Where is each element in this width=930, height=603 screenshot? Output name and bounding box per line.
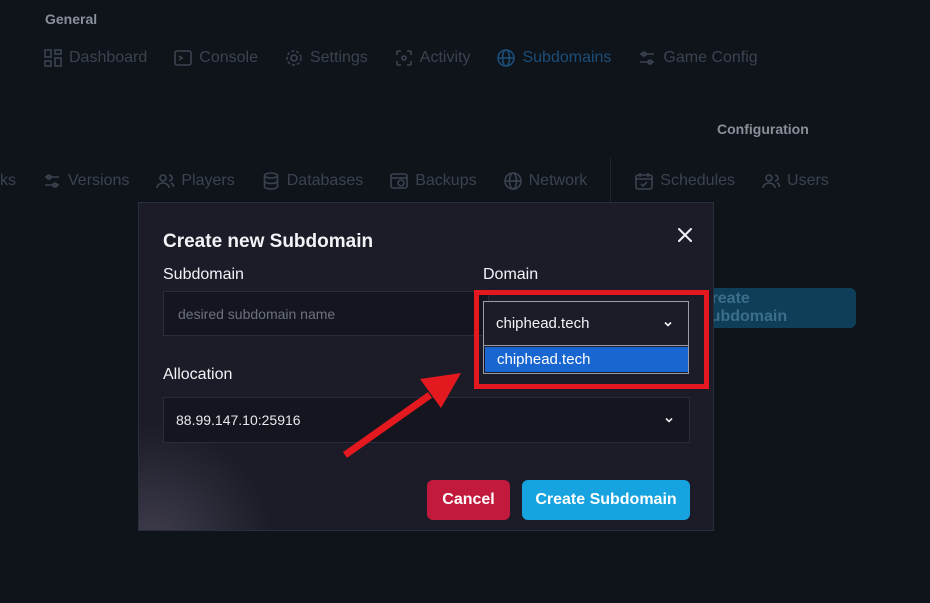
- nav-network-label: Network: [528, 172, 588, 189]
- general-section-label: General: [45, 11, 98, 27]
- dashboard-icon: [44, 49, 62, 67]
- sliders-icon: [45, 174, 59, 188]
- nav-network[interactable]: Network: [490, 171, 601, 191]
- nav-activity[interactable]: Activity: [381, 48, 484, 68]
- cancel-button[interactable]: Cancel: [427, 480, 510, 520]
- nav-schedules[interactable]: Schedules: [621, 171, 748, 191]
- modal-title: Create new Subdomain: [163, 231, 374, 252]
- users-icon: [762, 174, 781, 189]
- create-subdomain-button[interactable]: Create Subdomain: [522, 480, 690, 520]
- nav-activity-label: Activity: [419, 49, 471, 66]
- domain-label: Domain: [483, 266, 539, 283]
- nav-partial-item-label: ks: [0, 172, 16, 189]
- nav-schedules-label: Schedules: [660, 172, 736, 189]
- nav-databases-label: Databases: [286, 172, 364, 189]
- database-icon: [263, 172, 279, 190]
- nav-game-config[interactable]: Game Config: [624, 48, 770, 68]
- nav-versions[interactable]: Versions: [29, 171, 142, 191]
- nav-settings[interactable]: Settings: [271, 48, 381, 68]
- nav-users-label: Users: [787, 172, 829, 189]
- globe-icon: [503, 172, 522, 190]
- nav-dashboard[interactable]: Dashboard: [30, 48, 160, 68]
- nav-console[interactable]: Console: [160, 48, 271, 68]
- nav-subdomains[interactable]: Subdomains: [483, 48, 624, 68]
- subdomain-input-wrapper: [163, 291, 489, 336]
- nav-partial-item[interactable]: ks: [0, 172, 29, 190]
- users-icon: [156, 174, 175, 189]
- page: General Dashboard Console Settings Activ…: [0, 0, 930, 603]
- activity-icon: [395, 50, 412, 66]
- nav-console-label: Console: [199, 49, 258, 66]
- allocation-label: Allocation: [163, 366, 233, 383]
- nav-dashboard-label: Dashboard: [69, 49, 148, 66]
- nav-backups[interactable]: Backups: [376, 171, 489, 191]
- nav-versions-label: Versions: [68, 172, 130, 189]
- configuration-section-label: Configuration: [717, 121, 809, 137]
- close-icon: [678, 228, 692, 242]
- nav-players[interactable]: Players: [142, 171, 247, 191]
- nav-settings-label: Settings: [309, 49, 368, 66]
- nav-players-label: Players: [181, 172, 235, 189]
- console-icon: [174, 50, 193, 66]
- background-create-subdomain-button[interactable]: Create Subdomain: [700, 288, 856, 328]
- nav-game-config-label: Game Config: [663, 49, 758, 66]
- sliders-icon: [640, 51, 655, 65]
- nav-subdomains-label: Subdomains: [522, 49, 612, 66]
- nav-users[interactable]: Users: [748, 171, 842, 191]
- nav-databases[interactable]: Databases: [248, 171, 377, 191]
- annotation-highlight-box: [474, 290, 709, 389]
- nav-backups-label: Backups: [415, 172, 477, 189]
- chevron-down-icon: [665, 417, 673, 423]
- globe-icon: [497, 49, 516, 67]
- second-nav: ks Versions Players Databases Backups Ne…: [0, 158, 842, 204]
- close-button[interactable]: [673, 223, 697, 247]
- backup-icon: [390, 173, 409, 189]
- subdomain-label: Subdomain: [163, 266, 244, 283]
- gear-icon: [286, 50, 302, 66]
- allocation-select[interactable]: 88.99.147.10:25916: [163, 397, 690, 443]
- top-nav: Dashboard Console Settings Activity Subd…: [30, 48, 771, 68]
- calendar-icon: [635, 173, 654, 190]
- subdomain-input[interactable]: [176, 304, 476, 323]
- allocation-selected-value: 88.99.147.10:25916: [176, 412, 301, 428]
- nav-divider: [610, 158, 612, 204]
